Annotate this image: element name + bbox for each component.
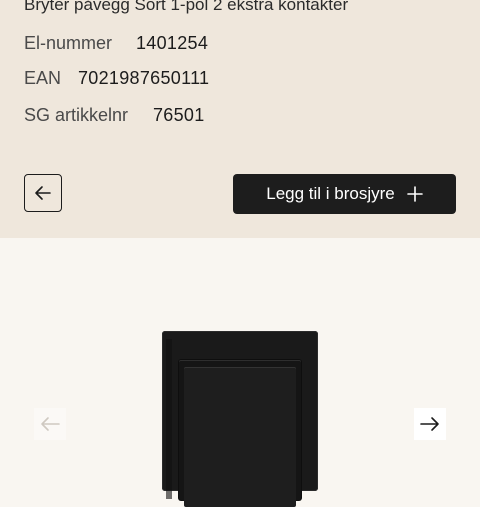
product-title: Bryter påvegg Sort 1-pol 2 ekstra kontak… bbox=[24, 0, 349, 14]
spec-label: SG artikkelnr bbox=[24, 105, 129, 125]
spec-label: El-nummer bbox=[24, 33, 113, 53]
arrow-left-icon bbox=[33, 183, 53, 203]
gallery-next-button[interactable] bbox=[414, 408, 446, 440]
gallery-prev-button[interactable] bbox=[34, 408, 66, 440]
spec-el-nummer: El-nummer 1401254 bbox=[24, 33, 208, 54]
spec-value: 1401254 bbox=[136, 33, 209, 53]
arrow-left-icon bbox=[39, 415, 61, 433]
spec-sg-artikkelnr: SG artikkelnr 76501 bbox=[24, 105, 204, 126]
product-info-panel: Bryter påvegg Sort 1-pol 2 ekstra kontak… bbox=[0, 0, 480, 238]
back-button[interactable] bbox=[24, 174, 62, 212]
product-image bbox=[162, 331, 318, 507]
spec-value: 7021987650111 bbox=[78, 68, 210, 88]
add-to-brochure-label: Legg til i brosjyre bbox=[266, 184, 395, 203]
switch-rocker bbox=[184, 367, 296, 507]
add-to-brochure-button[interactable]: Legg til i brosjyre bbox=[233, 174, 456, 214]
spec-ean: EAN 7021987650111 bbox=[24, 68, 209, 89]
spec-label: EAN bbox=[24, 68, 62, 88]
arrow-right-icon bbox=[419, 415, 441, 433]
plus-icon bbox=[406, 186, 423, 202]
switch-frame-shadow bbox=[166, 339, 172, 499]
spec-value: 76501 bbox=[153, 105, 205, 125]
